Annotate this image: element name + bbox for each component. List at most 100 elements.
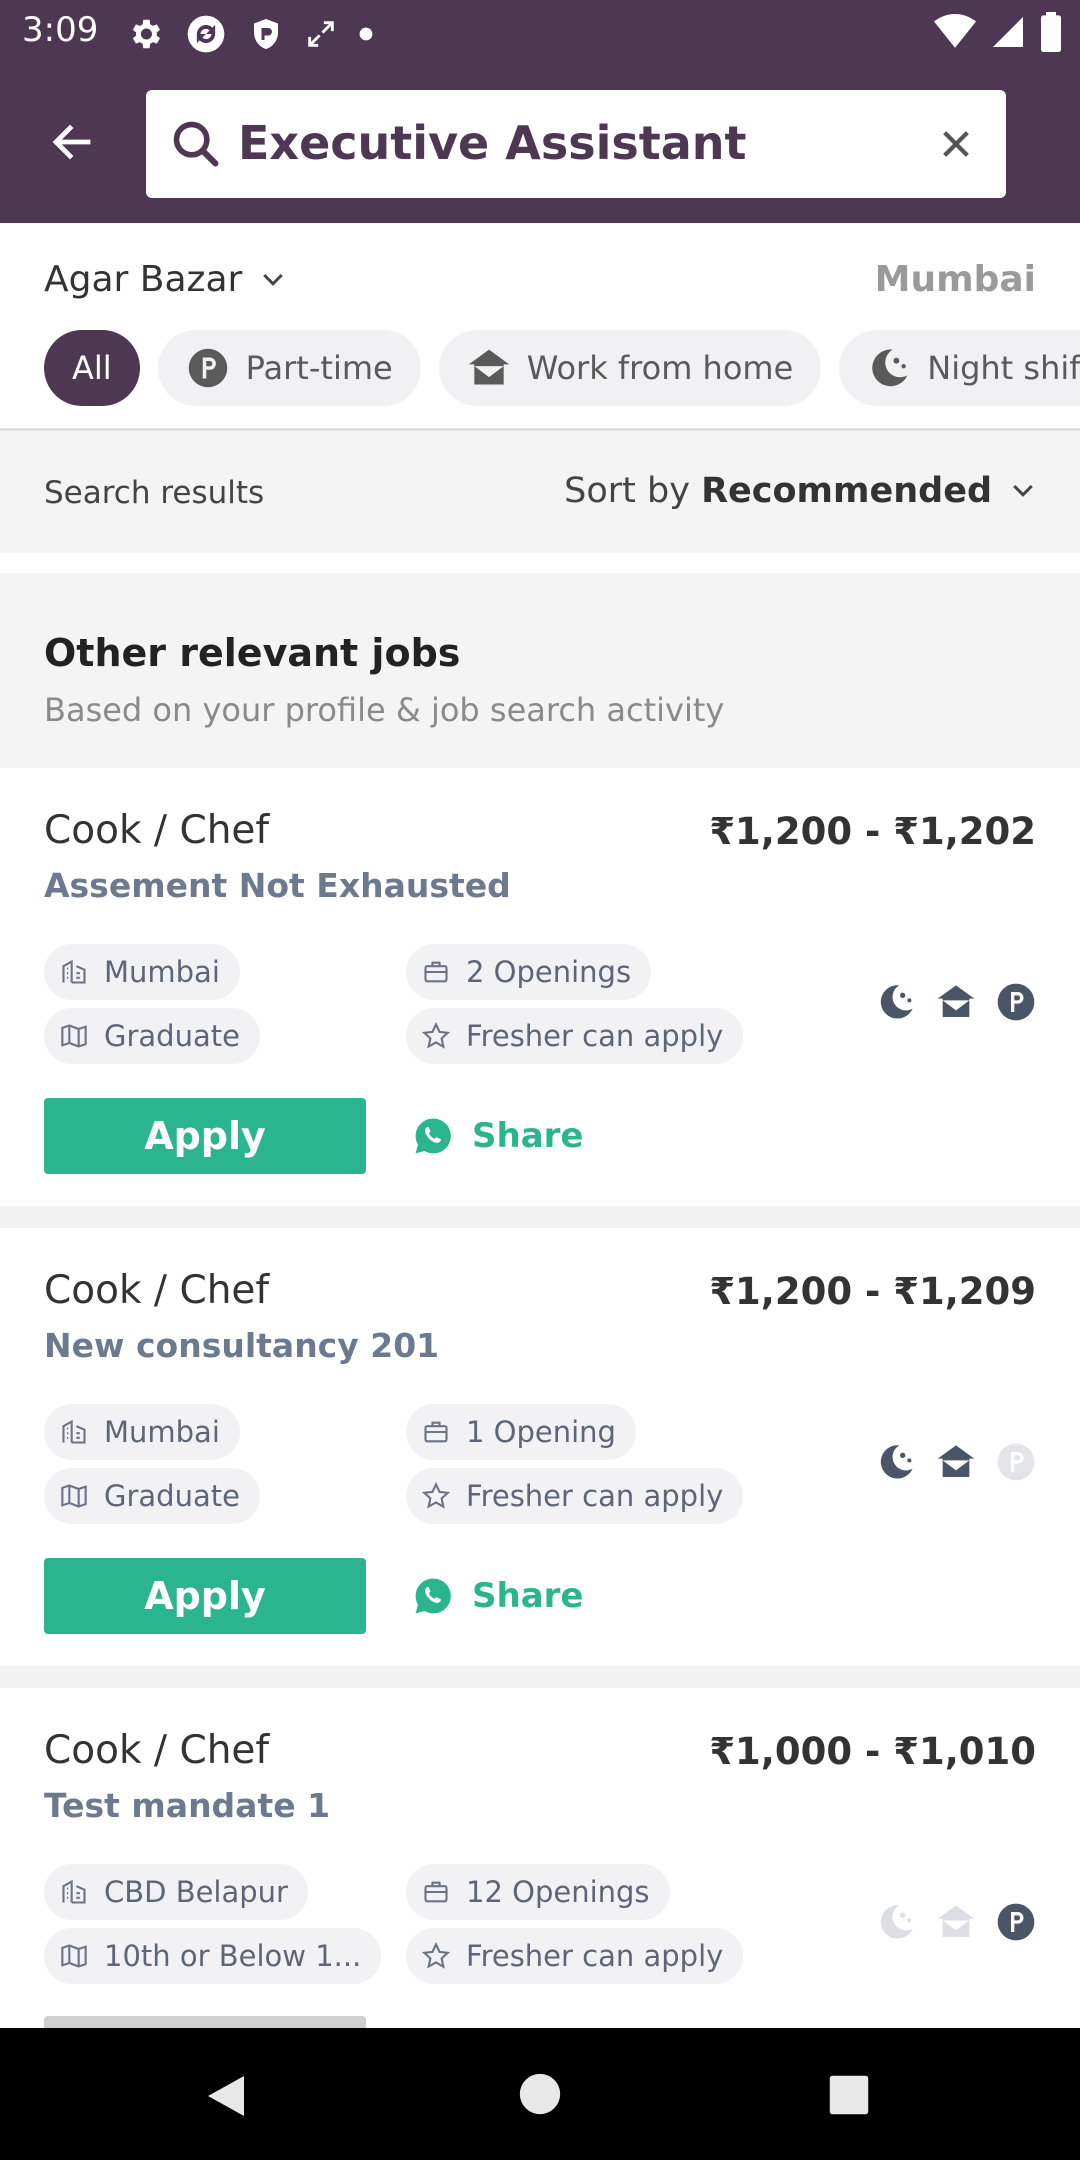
chip-label: Night shift: [927, 349, 1080, 387]
chip-work-from-home[interactable]: Work from home: [438, 330, 822, 406]
search-query[interactable]: Executive Assistant: [238, 116, 747, 170]
education-tag: Graduate: [44, 1468, 260, 1524]
search-input[interactable]: Executive Assistant: [146, 90, 1006, 198]
experience-tag: Fresher can apply: [406, 1008, 744, 1064]
part-time-icon: [186, 346, 230, 390]
job-features: [876, 1902, 1036, 1942]
status-time: 3:09: [22, 10, 99, 50]
close-icon: [943, 131, 969, 157]
apply-button[interactable]: Apply: [44, 1098, 366, 1174]
job-title: Cook / Chef: [44, 1268, 270, 1313]
expand-icon: [308, 21, 334, 47]
chevron-down-icon: [1013, 484, 1033, 497]
share-button[interactable]: Share: [414, 1558, 583, 1634]
work-from-home-icon: [937, 1445, 975, 1477]
job-card[interactable]: Cook / Chef Test mandate 1 ₹1,000 - ₹1,0…: [0, 1688, 1080, 2028]
location-tag: Mumbai: [44, 1404, 240, 1460]
building-icon: [58, 1876, 90, 1908]
sort-value: Recommended: [701, 471, 992, 511]
night-shift-icon: [867, 346, 911, 390]
area-name: Agar Bazar: [44, 259, 243, 300]
battery-icon: [1041, 12, 1061, 52]
briefcase-icon: [420, 1876, 452, 1908]
settings-icon: [132, 19, 161, 49]
experience-tag: Fresher can apply: [406, 1468, 744, 1524]
book-icon: [58, 1940, 90, 1972]
wifi-icon: [934, 14, 976, 48]
sort-prefix: Sort by: [564, 471, 690, 511]
night-shift-icon: [880, 985, 913, 1019]
night-shift-icon: [880, 1905, 913, 1939]
nav-home-icon[interactable]: [518, 2072, 562, 2116]
job-salary: ₹1,200 - ₹1,202: [709, 810, 1036, 853]
star-icon: [420, 1020, 452, 1052]
work-from-home-icon: [467, 346, 511, 390]
job-company: Assement Not Exhausted: [44, 866, 511, 905]
card-separator: [0, 1206, 1080, 1228]
location-tag: Mumbai: [44, 944, 240, 1000]
job-salary: ₹1,000 - ₹1,010: [709, 1730, 1036, 1773]
chip-label: All: [72, 349, 112, 387]
part-time-icon: [997, 983, 1035, 1021]
back-button[interactable]: [40, 110, 104, 174]
book-icon: [58, 1020, 90, 1052]
system-nav-bar: [0, 2028, 1080, 2160]
area-dropdown[interactable]: Agar Bazar: [44, 259, 288, 300]
apply-button-partial[interactable]: [44, 2016, 366, 2028]
chevron-down-icon: [263, 273, 284, 286]
app-header: Executive Assistant: [0, 66, 1080, 223]
filter-chips: All Part-time Work from home Night shift: [0, 330, 1080, 430]
part-time-icon: [997, 1903, 1035, 1941]
job-features: [876, 1442, 1036, 1482]
job-company: New consultancy 201: [44, 1326, 440, 1365]
share-button[interactable]: Share: [414, 1098, 583, 1174]
search-icon: [173, 121, 219, 167]
job-salary: ₹1,200 - ₹1,209: [709, 1270, 1036, 1313]
sort-dropdown[interactable]: Sort by Recommended: [564, 471, 1038, 511]
openings-tag: 1 Opening: [406, 1404, 636, 1460]
experience-tag: Fresher can apply: [406, 1928, 744, 1984]
chip-part-time[interactable]: Part-time: [157, 330, 421, 406]
city-name[interactable]: Mumbai: [875, 259, 1036, 300]
nav-recents-icon[interactable]: [828, 2074, 870, 2116]
section-subtitle: Based on your profile & job search activ…: [44, 691, 725, 729]
signal-icon: [993, 17, 1023, 47]
openings-tag: 2 Openings: [406, 944, 652, 1000]
job-card[interactable]: Cook / Chef New consultancy 201 ₹1,200 -…: [0, 1228, 1080, 1666]
building-icon: [58, 1416, 90, 1448]
openings-tag: 12 Openings: [406, 1864, 670, 1920]
results-label: Search results: [44, 475, 265, 511]
job-title: Cook / Chef: [44, 808, 270, 853]
star-icon: [420, 1480, 452, 1512]
whatsapp-icon: [415, 1578, 451, 1614]
dot-icon: [359, 27, 373, 41]
arrow-left-icon: [52, 124, 91, 160]
chip-label: Work from home: [526, 349, 794, 387]
location-row: Agar Bazar Mumbai: [0, 223, 1080, 323]
relevant-jobs-header: Other relevant jobs Based on your profil…: [0, 573, 1080, 768]
apply-button[interactable]: Apply: [44, 1558, 366, 1634]
clear-search-button[interactable]: [926, 114, 986, 174]
shield-icon: [254, 19, 278, 49]
night-shift-icon: [880, 1445, 913, 1479]
job-features: [876, 982, 1036, 1022]
nav-back-icon[interactable]: [204, 2072, 248, 2120]
chip-all[interactable]: All: [44, 330, 140, 406]
job-company: Test mandate 1: [44, 1786, 331, 1825]
briefcase-icon: [420, 1416, 452, 1448]
card-separator: [0, 1666, 1080, 1688]
chip-night-shift[interactable]: Night shift: [839, 330, 1080, 406]
work-from-home-icon: [937, 985, 975, 1017]
chip-label: Part-time: [245, 349, 393, 387]
job-title: Cook / Chef: [44, 1728, 270, 1773]
results-bar: Search results Sort by Recommended: [0, 431, 1080, 553]
status-bar: 3:09: [0, 0, 1080, 66]
education-tag: 10th or Below 1...: [44, 1928, 382, 1984]
book-icon: [58, 1480, 90, 1512]
education-tag: Graduate: [44, 1008, 260, 1064]
work-from-home-icon: [937, 1905, 975, 1937]
job-card[interactable]: Cook / Chef Assement Not Exhausted ₹1,20…: [0, 768, 1080, 1206]
building-icon: [58, 956, 90, 988]
star-icon: [420, 1940, 452, 1972]
sync-icon: [187, 15, 225, 53]
